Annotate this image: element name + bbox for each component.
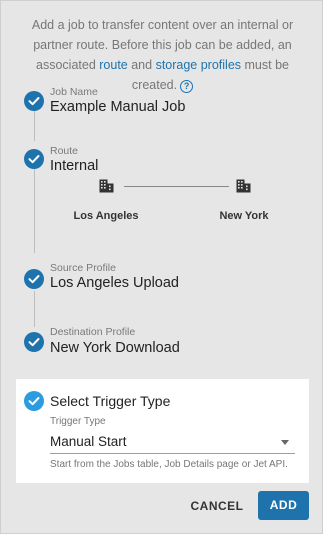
add-job-dialog: Add a job to transfer content over an in… xyxy=(0,0,323,534)
step-label-job-name: Job Name xyxy=(50,86,98,98)
stepper-connector xyxy=(34,111,35,141)
trigger-step-title: Select Trigger Type xyxy=(50,393,171,409)
dropdown-arrow-icon xyxy=(281,440,289,445)
step-value-source-profile: Los Angeles Upload xyxy=(50,275,179,291)
intro-text-part: and xyxy=(127,58,156,72)
step-check-icon xyxy=(24,269,44,289)
route-connection-line xyxy=(124,186,229,187)
intro-text: Add a job to transfer content over an in… xyxy=(17,15,308,95)
step-label-route: Route xyxy=(50,145,79,157)
building-icon xyxy=(99,179,114,198)
step-label-source-profile: Source Profile xyxy=(50,262,116,274)
step-value-job-name: Example Manual Job xyxy=(50,99,186,115)
trigger-type-select[interactable]: Manual Start xyxy=(50,431,295,454)
step-check-icon xyxy=(24,91,44,111)
stepper-connector xyxy=(34,169,35,253)
step-label-destination-profile: Destination Profile xyxy=(50,326,136,338)
route-link[interactable]: route xyxy=(99,58,128,72)
trigger-helper-text: Start from the Jobs table, Job Details p… xyxy=(50,459,288,470)
building-icon xyxy=(236,179,251,198)
step-check-icon xyxy=(24,391,44,411)
trigger-type-label: Trigger Type xyxy=(50,416,106,427)
stepper-connector xyxy=(34,291,35,327)
step-value-route: Internal xyxy=(50,158,99,174)
step-check-icon xyxy=(24,332,44,352)
help-icon[interactable]: ? xyxy=(180,80,194,93)
route-source-city: Los Angeles xyxy=(73,210,139,222)
trigger-type-value: Manual Start xyxy=(50,434,127,449)
cancel-button[interactable]: CANCEL xyxy=(186,496,248,516)
storage-profiles-link[interactable]: storage profiles xyxy=(156,58,241,72)
add-button[interactable]: ADD xyxy=(258,491,309,520)
route-destination-city: New York xyxy=(219,210,269,222)
step-check-icon xyxy=(24,149,44,169)
step-value-destination-profile: New York Download xyxy=(50,340,180,356)
